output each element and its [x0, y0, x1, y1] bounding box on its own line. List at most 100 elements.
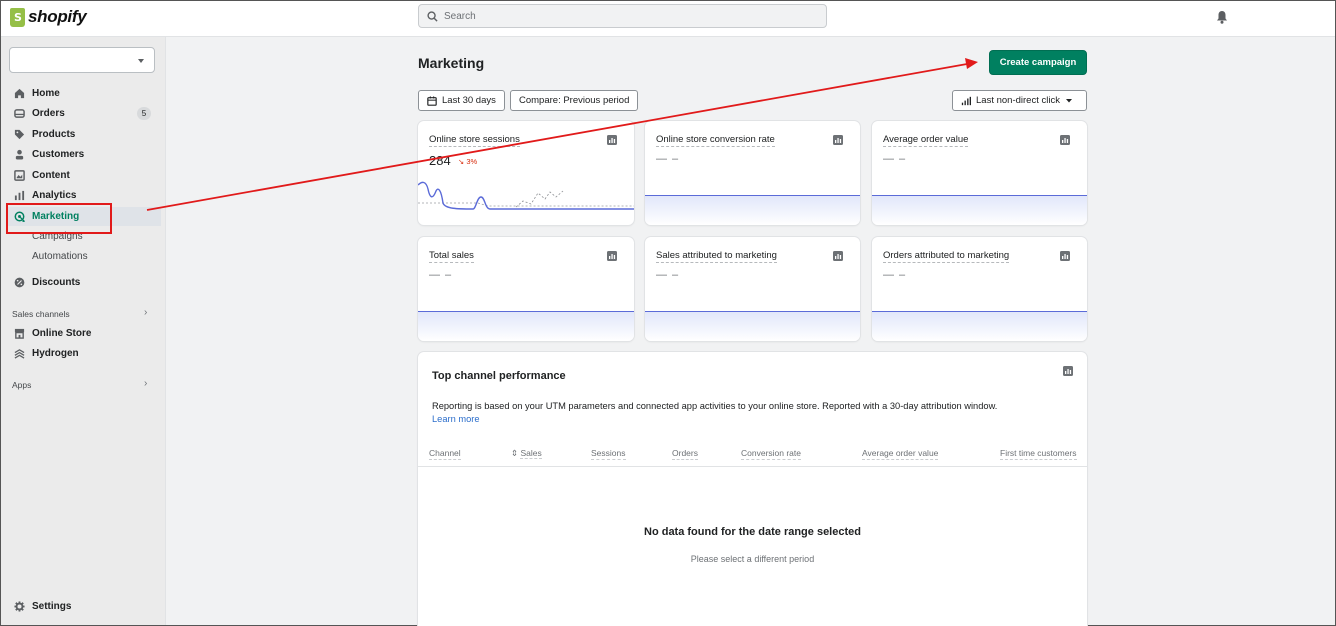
- column-header-first-time-customers[interactable]: First time customers: [1000, 448, 1077, 460]
- analytics-icon[interactable]: [833, 135, 843, 145]
- metric-card-orders-attributed[interactable]: Orders attributed to marketing — –: [872, 237, 1087, 341]
- metric-value: — –: [429, 269, 453, 281]
- sales-channels-heading[interactable]: Sales channels: [12, 309, 70, 319]
- metric-chart-baseline: [645, 195, 860, 225]
- column-header-conversion-rate[interactable]: Conversion rate: [741, 448, 802, 460]
- sidebar: Home Orders 5 Products Customers Content…: [1, 37, 166, 625]
- column-header-channel[interactable]: Channel: [429, 448, 461, 460]
- store-selector[interactable]: [9, 47, 155, 73]
- sidebar-item-label: Discounts: [32, 277, 81, 288]
- chevron-down-icon: [138, 59, 144, 63]
- analytics-icon[interactable]: [1060, 135, 1070, 145]
- caret-down-icon: [1065, 98, 1072, 102]
- column-header-orders[interactable]: Orders: [672, 448, 698, 460]
- empty-state-subtitle: Please select a different period: [690, 554, 815, 564]
- metric-value: — –: [656, 269, 680, 281]
- metric-card-conversion-rate[interactable]: Online store conversion rate — –: [645, 121, 860, 225]
- metric-change-value: 3%: [466, 157, 478, 166]
- metric-chart-baseline: [645, 311, 860, 341]
- sidebar-item-label: Settings: [32, 601, 72, 612]
- sidebar-item-orders[interactable]: Orders 5: [7, 104, 161, 123]
- metric-card-average-order-value[interactable]: Average order value — –: [872, 121, 1087, 225]
- sidebar-item-discounts[interactable]: Discounts: [7, 273, 161, 292]
- tag-icon: [13, 129, 25, 141]
- bell-icon[interactable]: [1216, 10, 1228, 24]
- top-bar: shopify Search: [1, 1, 1335, 37]
- logo-text: shopify: [28, 7, 87, 26]
- metric-title: Average order value: [883, 134, 969, 147]
- compare-period-button[interactable]: Compare: Previous period: [510, 90, 639, 111]
- sidebar-item-label: Orders: [32, 108, 65, 119]
- top-channel-performance-card: Top channel performance Reporting is bas…: [418, 352, 1087, 626]
- attribution-model-select[interactable]: Last non-direct click: [952, 90, 1087, 111]
- discount-icon: [13, 277, 25, 289]
- column-header-sales[interactable]: ⇕ Sales: [511, 448, 542, 460]
- sidebar-item-automations[interactable]: Automations: [7, 247, 161, 266]
- section-description: Reporting is based on your UTM parameter…: [432, 400, 1072, 426]
- metric-title: Total sales: [429, 250, 474, 263]
- column-header-average-order-value[interactable]: Average order value: [862, 448, 939, 460]
- hydrogen-icon: [13, 348, 25, 360]
- metric-title: Sales attributed to marketing: [656, 250, 777, 263]
- metric-card-sales-attributed[interactable]: Sales attributed to marketing — –: [645, 237, 860, 341]
- sessions-sparkline: [418, 181, 634, 210]
- section-title: Top channel performance: [432, 370, 566, 382]
- sidebar-item-label: Campaigns: [32, 231, 83, 242]
- chevron-right-icon[interactable]: ›: [144, 378, 147, 389]
- sidebar-item-analytics[interactable]: Analytics: [7, 186, 161, 205]
- column-header-sessions[interactable]: Sessions: [591, 448, 626, 460]
- metric-chart-baseline: [872, 311, 1087, 341]
- metric-title: Orders attributed to marketing: [883, 250, 1010, 263]
- bar-chart-icon: [13, 190, 25, 202]
- metric-value: — –: [883, 153, 907, 165]
- metric-card-sessions[interactable]: Online store sessions 284 ↘ 3%: [418, 121, 634, 225]
- metric-value: — –: [656, 153, 680, 165]
- sidebar-item-customers[interactable]: Customers: [7, 145, 161, 164]
- bar-chart-icon: [961, 96, 971, 105]
- date-range-label: Last 30 days: [442, 95, 496, 106]
- sidebar-item-hydrogen[interactable]: Hydrogen: [7, 344, 161, 363]
- metric-value: — –: [883, 269, 907, 281]
- metric-title: Online store conversion rate: [656, 134, 775, 147]
- learn-more-link[interactable]: Learn more: [432, 414, 480, 424]
- calendar-icon: [427, 95, 437, 106]
- sidebar-item-label: Products: [32, 129, 76, 140]
- chevron-right-icon[interactable]: ›: [144, 307, 147, 318]
- metric-change: ↘ 3%: [458, 157, 478, 166]
- sidebar-item-label: Automations: [32, 251, 88, 262]
- sidebar-item-products[interactable]: Products: [7, 125, 161, 144]
- metric-card-total-sales[interactable]: Total sales — –: [418, 237, 634, 341]
- sidebar-item-label: Content: [32, 170, 70, 181]
- shopify-logo[interactable]: shopify: [10, 7, 87, 27]
- date-range-button[interactable]: Last 30 days: [418, 90, 505, 111]
- metric-title: Online store sessions: [429, 134, 520, 147]
- analytics-icon[interactable]: [833, 251, 843, 261]
- sidebar-item-home[interactable]: Home: [7, 84, 161, 103]
- search-input[interactable]: Search: [418, 4, 827, 28]
- shopify-bag-icon: [10, 7, 25, 27]
- create-campaign-button[interactable]: Create campaign: [989, 50, 1087, 75]
- metric-value: 284: [429, 153, 451, 168]
- apps-heading[interactable]: Apps: [12, 380, 31, 390]
- search-icon: [427, 10, 438, 22]
- sidebar-item-label: Online Store: [32, 328, 92, 339]
- search-placeholder: Search: [444, 10, 476, 22]
- target-icon: [13, 211, 25, 223]
- sidebar-item-label: Customers: [32, 149, 85, 160]
- analytics-icon[interactable]: [1060, 251, 1070, 261]
- sidebar-item-settings[interactable]: Settings: [7, 597, 161, 616]
- page-title: Marketing: [418, 55, 485, 71]
- sidebar-item-content[interactable]: Content: [7, 166, 161, 185]
- analytics-icon[interactable]: [1063, 366, 1073, 376]
- compare-label: Compare: Previous period: [519, 95, 630, 106]
- sidebar-item-marketing[interactable]: Marketing: [7, 207, 161, 226]
- metric-chart-baseline: [418, 311, 634, 341]
- table-header-divider: [418, 466, 1087, 467]
- sidebar-item-campaigns[interactable]: Campaigns: [7, 227, 161, 246]
- orders-count-badge: 5: [137, 107, 151, 120]
- sidebar-item-online-store[interactable]: Online Store: [7, 324, 161, 343]
- analytics-icon[interactable]: [607, 135, 617, 145]
- orders-icon: [13, 108, 25, 120]
- metric-chart-baseline: [872, 195, 1087, 225]
- analytics-icon[interactable]: [607, 251, 617, 261]
